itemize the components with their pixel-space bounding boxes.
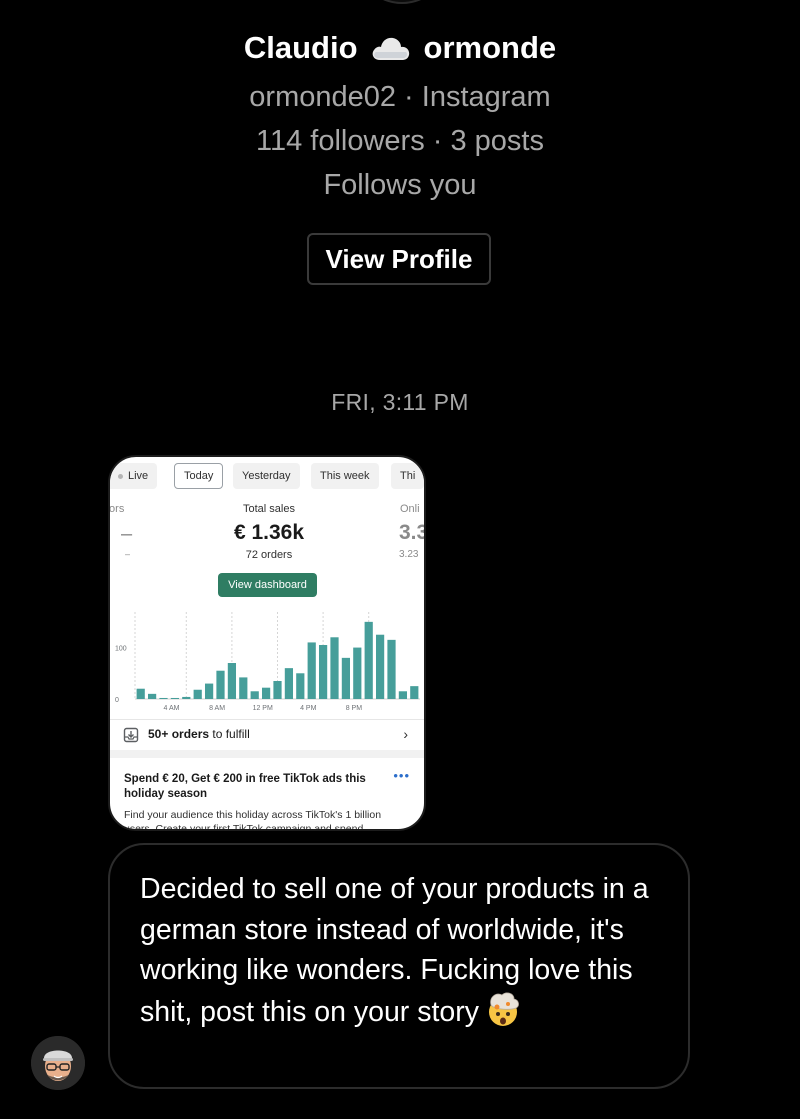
chart-bar bbox=[410, 686, 419, 699]
view-profile-button[interactable]: View Profile bbox=[307, 233, 491, 285]
dm-thread: Claudio ormonde ormonde02 · Instagram 11… bbox=[0, 0, 800, 1119]
x-tick-label: 4 AM bbox=[164, 705, 180, 712]
chart-bar bbox=[159, 697, 168, 699]
online-title: Onli bbox=[400, 503, 420, 515]
visitors-sub: – bbox=[125, 549, 131, 559]
x-tick-label: 12 PM bbox=[253, 705, 273, 712]
message-body: Decided to sell one of your products in … bbox=[140, 873, 649, 1028]
date-range-tabs: Live Today Yesterday This week Thi bbox=[110, 463, 424, 489]
chart-bar bbox=[193, 689, 202, 699]
hourly-sales-chart: 0 100 4 AM 8 AM 12 PM 4 PM 8 PM bbox=[115, 612, 420, 712]
sender-avatar[interactable] bbox=[31, 1036, 85, 1090]
chart-bar bbox=[136, 688, 145, 699]
profile-avatar[interactable] bbox=[355, 0, 449, 4]
tab-live-label: Live bbox=[128, 470, 149, 482]
shared-image[interactable]: Live Today Yesterday This week Thi tors … bbox=[108, 455, 426, 831]
cloud-icon bbox=[372, 37, 409, 60]
orders-count: 50+ orders bbox=[148, 727, 210, 741]
message-text: Decided to sell one of your products in … bbox=[140, 869, 658, 1032]
profile-name-second: ormonde bbox=[423, 30, 557, 65]
y-tick-label: 100 bbox=[115, 646, 127, 653]
y-tick-label: 0 bbox=[115, 697, 119, 704]
follows-you-label: Follows you bbox=[323, 169, 477, 201]
live-dot-icon bbox=[118, 473, 123, 479]
chart-bar bbox=[182, 696, 191, 699]
chart-bar bbox=[307, 642, 316, 699]
exploding-head-emoji-icon bbox=[488, 992, 519, 1026]
ad-title: Spend € 20, Get € 200 in free TikTok ads… bbox=[124, 773, 366, 800]
online-sub: 3.23 bbox=[399, 549, 419, 560]
chart-bar bbox=[318, 645, 328, 699]
chart-bar bbox=[353, 647, 362, 699]
chart-bar bbox=[364, 621, 373, 699]
profile-header: Claudio ormonde ormonde02 · Instagram 11… bbox=[0, 28, 800, 207]
visitors-value: – bbox=[121, 523, 133, 545]
chart-bar bbox=[330, 637, 339, 699]
message-bubble[interactable]: Decided to sell one of your products in … bbox=[108, 843, 690, 1089]
chart-bar bbox=[296, 673, 305, 699]
chart-bar bbox=[216, 670, 225, 699]
profile-name: Claudio ormonde bbox=[0, 28, 800, 68]
profile-stats: 114 followers · 3 posts bbox=[256, 125, 544, 157]
tab-today: Today bbox=[174, 463, 224, 489]
chart-bar bbox=[341, 657, 351, 699]
profile-name-first: Claudio bbox=[243, 30, 358, 65]
x-tick-label: 4 PM bbox=[300, 705, 317, 712]
online-value: 3.3 bbox=[399, 521, 426, 544]
chart-bar bbox=[147, 693, 157, 699]
inbox-download-icon bbox=[123, 727, 139, 743]
chart-bar bbox=[204, 683, 214, 699]
chart-bar bbox=[250, 691, 259, 699]
orders-to-fulfill-label: 50+ orders to fulfill bbox=[148, 727, 250, 741]
total-sales-value: € 1.36k bbox=[233, 521, 305, 544]
section-divider bbox=[110, 750, 424, 758]
chart-bar bbox=[284, 668, 294, 699]
tab-live: Live bbox=[110, 463, 158, 489]
chart-bar bbox=[170, 697, 180, 699]
visitors-title: tors bbox=[109, 503, 125, 515]
chart-bar bbox=[227, 663, 237, 699]
tab-this-month: Thi bbox=[391, 463, 424, 489]
ad-body-line-1: Find your audience this holiday across T… bbox=[124, 809, 382, 821]
profile-handle: ormonde02 · Instagram bbox=[249, 81, 551, 113]
x-tick-label: 8 AM bbox=[209, 705, 225, 712]
chart-bar bbox=[387, 639, 396, 699]
message-timestamp: FRI, 3:11 PM bbox=[331, 389, 469, 415]
orders-to-fulfill-row: 50+ orders to fulfill › bbox=[110, 719, 424, 751]
chart-bar bbox=[239, 677, 248, 699]
chevron-right-icon: › bbox=[403, 726, 408, 742]
tab-yesterday: Yesterday bbox=[233, 463, 300, 489]
total-sales-title: Total sales bbox=[243, 503, 295, 515]
total-orders: 72 orders bbox=[245, 549, 293, 561]
chart-bar bbox=[375, 634, 385, 699]
view-dashboard-button: View dashboard bbox=[218, 573, 317, 597]
fulfill-suffix: to fulfill bbox=[209, 727, 250, 741]
ad-body-line-2: users. Create your first TikTok campaign… bbox=[124, 823, 364, 831]
chart-bar bbox=[398, 691, 408, 699]
x-tick-label: 8 PM bbox=[346, 705, 363, 712]
ad-body: Find your audience this holiday across T… bbox=[124, 808, 424, 831]
more-options-icon: ••• bbox=[393, 768, 410, 783]
tab-this-week: This week bbox=[311, 463, 379, 489]
chart-bar bbox=[261, 687, 271, 699]
chart-bar bbox=[273, 681, 282, 699]
